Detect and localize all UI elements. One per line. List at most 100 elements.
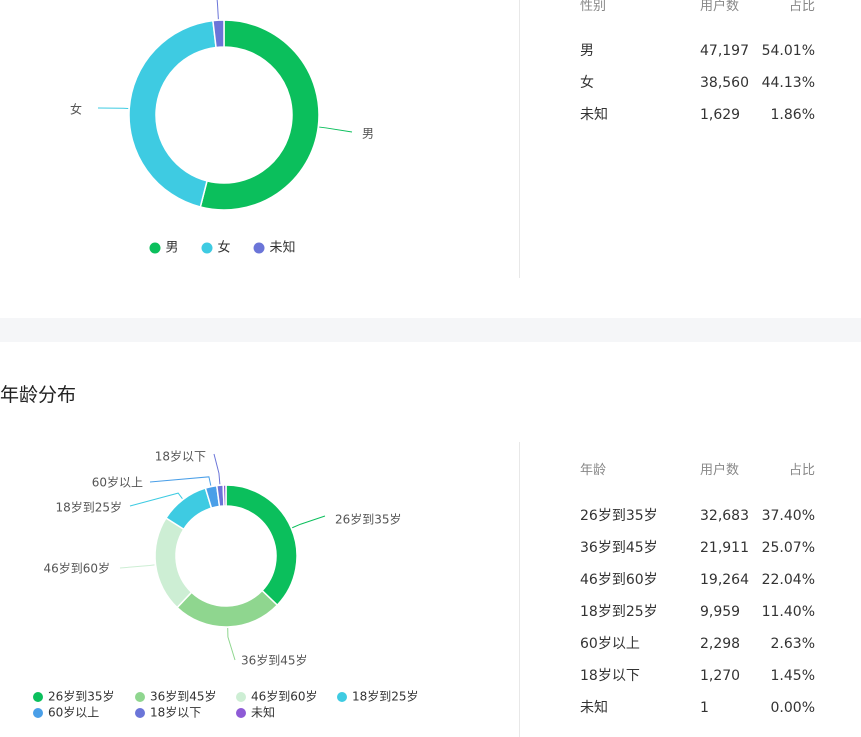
leader-line xyxy=(119,564,155,569)
row-users: 1,629 xyxy=(700,107,741,123)
row-share: 11.40% xyxy=(761,604,815,620)
row-users: 9,959 xyxy=(700,604,741,620)
legend-dot xyxy=(201,242,213,254)
header-users: 用户数 xyxy=(700,0,740,14)
legend-label: 60岁以上 xyxy=(48,705,99,720)
row-share: 22.04% xyxy=(761,572,815,588)
legend-label: 26岁到35岁 xyxy=(48,689,115,704)
legend-label: 女 xyxy=(218,240,231,256)
row-label: 26岁到35岁 xyxy=(580,508,658,524)
slice-36岁到45岁[interactable] xyxy=(176,589,279,628)
legend-label: 18岁到25岁 xyxy=(352,689,419,704)
gender-section: 男女未知男女未知 性别 用户数 占比 男 47,197 54.01% 女 38,… xyxy=(0,0,861,318)
row-label: 18岁到25岁 xyxy=(580,604,658,620)
legend-label: 未知 xyxy=(270,240,296,256)
legend-item[interactable]: 18岁以下 xyxy=(135,705,201,720)
slice-label: 18岁以下 xyxy=(155,449,206,464)
header-share: 占比 xyxy=(788,463,815,478)
legend-dot xyxy=(33,692,43,702)
slice-26岁到35岁[interactable] xyxy=(225,484,298,607)
legend-item[interactable]: 男 xyxy=(149,241,179,256)
row-share: 25.07% xyxy=(761,540,815,556)
leader-line xyxy=(149,476,212,486)
row-share: 2.63% xyxy=(770,636,815,652)
table-row: 女 38,560 44.13% xyxy=(580,67,815,99)
leader-line xyxy=(129,492,183,507)
table-row: 26岁到35岁 32,683 37.40% xyxy=(580,500,815,532)
leader-line xyxy=(213,453,221,485)
legend-label: 18岁以下 xyxy=(150,705,201,720)
legend-dot xyxy=(33,708,43,718)
row-label: 未知 xyxy=(580,107,608,123)
row-users: 1,270 xyxy=(700,668,741,684)
slice-label: 男 xyxy=(362,127,374,141)
table-row: 未知 1,629 1.86% xyxy=(580,99,815,131)
legend-dot xyxy=(149,242,161,254)
legend-item[interactable]: 未知 xyxy=(253,240,296,256)
row-users: 21,911 xyxy=(700,540,749,556)
section-divider xyxy=(519,442,520,737)
age-donut-chart: 26岁到35岁36岁到45岁46岁到60岁18岁到25岁60岁以上18岁以下未知… xyxy=(33,449,419,720)
row-users: 1 xyxy=(700,700,709,716)
slice-女[interactable] xyxy=(128,19,217,208)
legend-dot xyxy=(253,242,265,254)
legend-dot xyxy=(236,692,246,702)
header-gender: 性别 xyxy=(580,0,607,14)
slice-label: 26岁到35岁 xyxy=(335,512,402,527)
gender-table-header: 性别 用户数 占比 xyxy=(580,0,815,23)
row-label: 女 xyxy=(580,75,594,91)
age-table: 年龄 用户数 占比 26岁到35岁 32,683 37.40% 36岁到45岁 … xyxy=(580,455,815,724)
legend-item[interactable]: 46岁到60岁 xyxy=(236,689,318,704)
age-table-header: 年龄 用户数 占比 xyxy=(580,455,815,487)
gender-table: 性别 用户数 占比 男 47,197 54.01% 女 38,560 44.13… xyxy=(580,0,815,131)
legend-item[interactable]: 60岁以上 xyxy=(33,705,99,720)
legend-item[interactable]: 女 xyxy=(201,240,231,256)
row-share: 1.45% xyxy=(770,668,815,684)
slice-label: 46岁到60岁 xyxy=(43,561,110,576)
row-users: 47,197 xyxy=(700,43,749,59)
leader-line xyxy=(319,126,353,133)
legend-dot xyxy=(135,708,145,718)
row-users: 19,264 xyxy=(700,572,749,588)
slice-label: 60岁以上 xyxy=(92,475,143,490)
row-share: 0.00% xyxy=(770,700,815,716)
slice-未知[interactable] xyxy=(222,484,227,507)
row-label: 男 xyxy=(580,43,594,59)
age-section: 年龄分布 26岁到35岁 36岁到45岁 46岁到60岁 18岁到25岁 60岁以上 18… xyxy=(0,342,861,737)
legend-item[interactable]: 未知 xyxy=(236,706,275,720)
leader-line xyxy=(227,627,236,661)
table-row: 36岁到45岁 21,911 25.07% xyxy=(580,532,815,564)
row-label: 46岁到60岁 xyxy=(580,572,658,588)
leader-line xyxy=(97,107,129,110)
section-divider xyxy=(519,0,520,278)
leader-line xyxy=(292,515,326,529)
slice-label: 36岁到45岁 xyxy=(241,653,308,668)
leader-line xyxy=(216,0,219,20)
row-share: 54.01% xyxy=(761,43,815,59)
table-row: 男 47,197 54.01% xyxy=(580,35,815,67)
row-share: 1.86% xyxy=(770,107,815,123)
slice-label: 女 xyxy=(70,102,82,117)
table-row: 46岁到60岁 19,264 22.04% xyxy=(580,564,815,596)
row-users: 38,560 xyxy=(700,75,749,91)
table-row: 60岁以上 2,298 2.63% xyxy=(580,628,815,660)
legend-item[interactable]: 36岁到45岁 xyxy=(135,689,217,704)
legend-label: 男 xyxy=(166,241,179,256)
row-share: 44.13% xyxy=(761,75,815,91)
gender-donut-chart: 男女未知男女未知 xyxy=(70,0,374,256)
header-age: 年龄 xyxy=(580,463,607,478)
legend-item[interactable]: 18岁到25岁 xyxy=(337,689,419,704)
legend-item[interactable]: 26岁到35岁 xyxy=(33,689,115,704)
slice-男[interactable] xyxy=(199,19,320,211)
legend-dot xyxy=(135,692,145,702)
row-label: 18岁以下 xyxy=(580,668,640,684)
slice-46岁到60岁[interactable] xyxy=(154,516,193,609)
table-row: 未知 1 0.00% xyxy=(580,692,815,724)
row-label: 未知 xyxy=(580,700,608,716)
section-separator xyxy=(0,318,861,342)
row-users: 32,683 xyxy=(700,508,749,524)
table-row: 18岁到25岁 9,959 11.40% xyxy=(580,596,815,628)
legend-dot xyxy=(236,708,246,718)
row-label: 36岁到45岁 xyxy=(580,540,658,556)
legend-label: 36岁到45岁 xyxy=(150,689,217,704)
